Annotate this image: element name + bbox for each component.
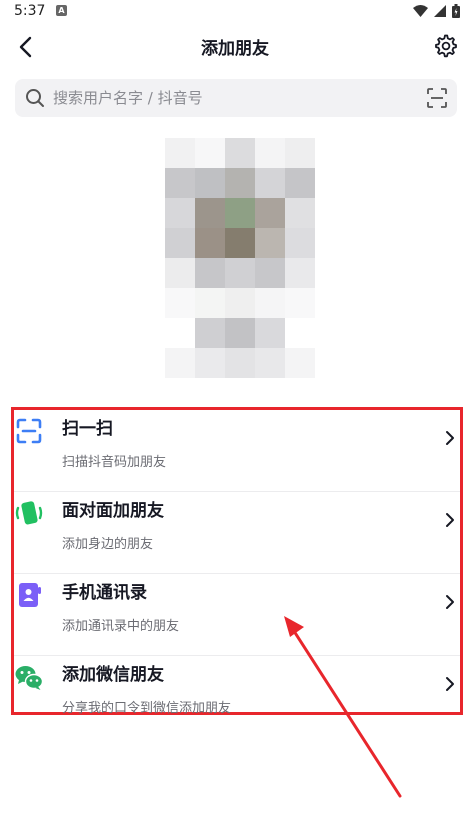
chevron-right-icon (446, 513, 454, 527)
search-icon (26, 89, 44, 107)
scan-icon (16, 418, 42, 444)
search-bar (15, 79, 457, 117)
red-arrow-annotation (284, 616, 402, 798)
settings-gear-icon[interactable] (432, 33, 458, 59)
option-label: 添加微信朋友 (62, 665, 164, 685)
page-title: 添加朋友 (201, 39, 269, 59)
signal-icon (434, 5, 446, 17)
option-label: 手机通讯录 (62, 583, 147, 603)
scan-code-icon[interactable] (426, 87, 448, 109)
status-time: 5:37 (14, 3, 46, 19)
search-input[interactable] (53, 79, 413, 117)
option-scan[interactable]: 扫一扫 扫描抖音码加朋友 (14, 410, 460, 492)
option-subtitle: 添加身边的朋友 (62, 537, 154, 552)
top-nav-bar: 添加朋友 (0, 24, 470, 68)
option-label: 扫一扫 (62, 419, 113, 439)
option-subtitle: 扫描抖音码加朋友 (62, 455, 167, 470)
chevron-right-icon (446, 677, 454, 691)
chevron-right-icon (446, 431, 454, 445)
phone-shake-icon (15, 501, 43, 525)
chevron-right-icon (446, 595, 454, 609)
option-label: 面对面加朋友 (62, 501, 164, 521)
contacts-book-icon (19, 583, 41, 607)
blurred-qr-code (165, 138, 315, 378)
wifi-icon (413, 5, 428, 17)
system-icons (413, 4, 460, 18)
status-bar: 5:37 A (0, 0, 470, 22)
wechat-icon (15, 666, 44, 690)
notification-icon: A (56, 5, 67, 16)
option-subtitle: 添加通讯录中的朋友 (62, 619, 180, 634)
battery-icon (452, 4, 460, 18)
option-subtitle: 分享我的口令到微信添加朋友 (62, 701, 232, 716)
option-face-to-face[interactable]: 面对面加朋友 添加身边的朋友 (14, 492, 460, 574)
